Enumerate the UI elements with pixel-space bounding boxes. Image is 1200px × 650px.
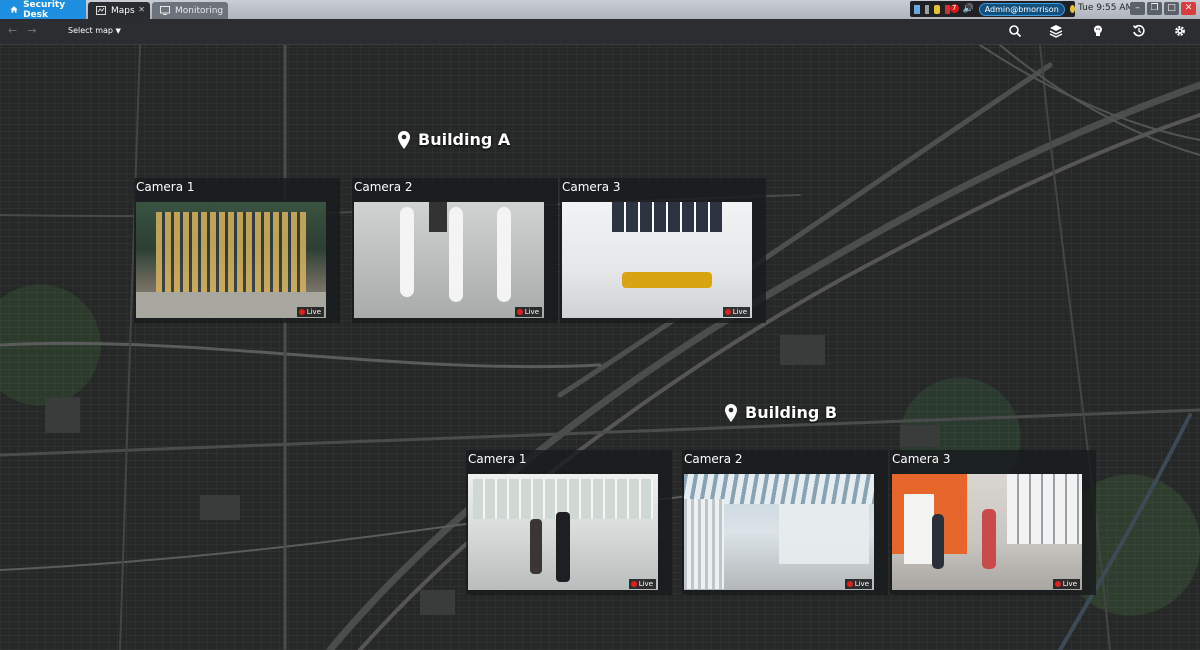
video-feed[interactable] — [136, 202, 326, 318]
select-map-dropdown[interactable]: Select map ▼ — [68, 26, 121, 35]
clock: Tue 9:55 AM — [1078, 3, 1134, 13]
camera-title: Camera 1 — [136, 180, 195, 194]
satellite-map[interactable]: Building A Camera 1 Live Camera 2 Live C… — [0, 45, 1200, 650]
live-dot-icon — [630, 581, 637, 587]
user-badge[interactable]: Admin@bmorrison — [978, 2, 1065, 16]
bell-icon[interactable] — [933, 4, 940, 14]
live-indicator: Live — [722, 307, 750, 317]
camera-tile[interactable]: Camera 1 Live — [466, 450, 672, 595]
camera-title: Camera 2 — [354, 180, 413, 194]
home-tab[interactable]: Security Desk — [0, 0, 86, 20]
tab-maps-label: Maps — [111, 5, 135, 16]
chevron-down-icon: ▼ — [115, 27, 121, 35]
alarm-icon[interactable]: 7 — [944, 3, 959, 14]
map-pin-icon — [398, 130, 410, 149]
live-label: Live — [524, 308, 539, 316]
camera-title: Camera 3 — [892, 452, 951, 466]
camera-title: Camera 2 — [684, 452, 743, 466]
camera-tile[interactable]: Camera 1 Live — [134, 178, 340, 323]
camera-tile[interactable]: Camera 2 Live — [682, 450, 888, 595]
close-tab-icon[interactable]: ✕ — [138, 5, 145, 14]
live-label: Live — [854, 580, 869, 588]
building-b-name: Building B — [745, 403, 838, 422]
live-label: Live — [1062, 580, 1077, 588]
back-arrow-icon[interactable]: ← — [8, 24, 17, 37]
live-indicator: Live — [296, 307, 324, 317]
history-icon[interactable] — [1132, 24, 1146, 38]
tab-monitoring[interactable]: Monitoring — [152, 2, 228, 19]
tab-maps[interactable]: Maps ✕ — [88, 2, 150, 19]
gear-icon[interactable] — [1173, 24, 1187, 38]
device-icon[interactable] — [924, 4, 929, 14]
restore-button[interactable]: ❐ — [1147, 2, 1162, 15]
volume-icon[interactable]: 🔊 — [963, 4, 974, 14]
live-label: Live — [732, 308, 747, 316]
close-button[interactable]: ✕ — [1181, 2, 1196, 15]
live-indicator: Live — [1052, 579, 1080, 589]
video-feed[interactable] — [468, 474, 658, 590]
live-dot-icon — [516, 309, 523, 315]
minimize-button[interactable]: – — [1130, 2, 1145, 15]
building-a-label[interactable]: Building A — [398, 130, 510, 149]
bulb-icon[interactable] — [1091, 24, 1105, 38]
video-feed[interactable] — [562, 202, 752, 318]
live-label: Live — [306, 308, 321, 316]
live-indicator: Live — [844, 579, 872, 589]
video-feed[interactable] — [354, 202, 544, 318]
camera-title: Camera 3 — [562, 180, 621, 194]
status-icon — [1069, 5, 1075, 13]
map-toolbar: ← → Select map ▼ — [0, 19, 1200, 45]
search-icon[interactable] — [1008, 24, 1022, 38]
system-tray: 7 🔊 Admin@bmorrison — [910, 1, 1075, 17]
camera-tile[interactable]: Camera 2 Live — [352, 178, 558, 323]
building-b-label[interactable]: Building B — [725, 403, 837, 422]
building-a-name: Building A — [418, 130, 511, 149]
nav-arrows: ← → — [8, 24, 36, 37]
live-dot-icon — [846, 581, 853, 587]
map-tab-icon — [96, 6, 106, 15]
camera-title: Camera 1 — [468, 452, 527, 466]
map-pin-icon — [725, 403, 737, 422]
window-controls: – ❐ □ ✕ — [1130, 2, 1196, 15]
maximize-button[interactable]: □ — [1164, 2, 1179, 15]
alarm-count-badge: 7 — [949, 3, 959, 13]
live-label: Live — [638, 580, 653, 588]
home-icon — [10, 6, 18, 13]
forward-arrow-icon[interactable]: → — [27, 24, 36, 37]
home-tab-label: Security Desk — [23, 0, 66, 20]
live-dot-icon — [724, 309, 731, 315]
tab-monitoring-label: Monitoring — [175, 5, 224, 16]
camera-tile[interactable]: Camera 3 Live — [890, 450, 1096, 595]
live-indicator: Live — [628, 579, 656, 589]
title-bar: Security Desk Maps ✕ Monitoring 7 🔊 Admi… — [0, 0, 1200, 20]
live-indicator: Live — [514, 307, 542, 317]
live-dot-icon — [298, 309, 305, 315]
video-feed[interactable] — [892, 474, 1082, 590]
monitoring-tab-icon — [160, 6, 170, 15]
live-dot-icon — [1054, 581, 1061, 587]
select-map-label: Select map — [68, 26, 113, 35]
task-list-icon[interactable] — [914, 4, 920, 14]
video-feed[interactable] — [684, 474, 874, 590]
camera-tile[interactable]: Camera 3 Live — [560, 178, 766, 323]
layers-icon[interactable] — [1049, 24, 1063, 38]
